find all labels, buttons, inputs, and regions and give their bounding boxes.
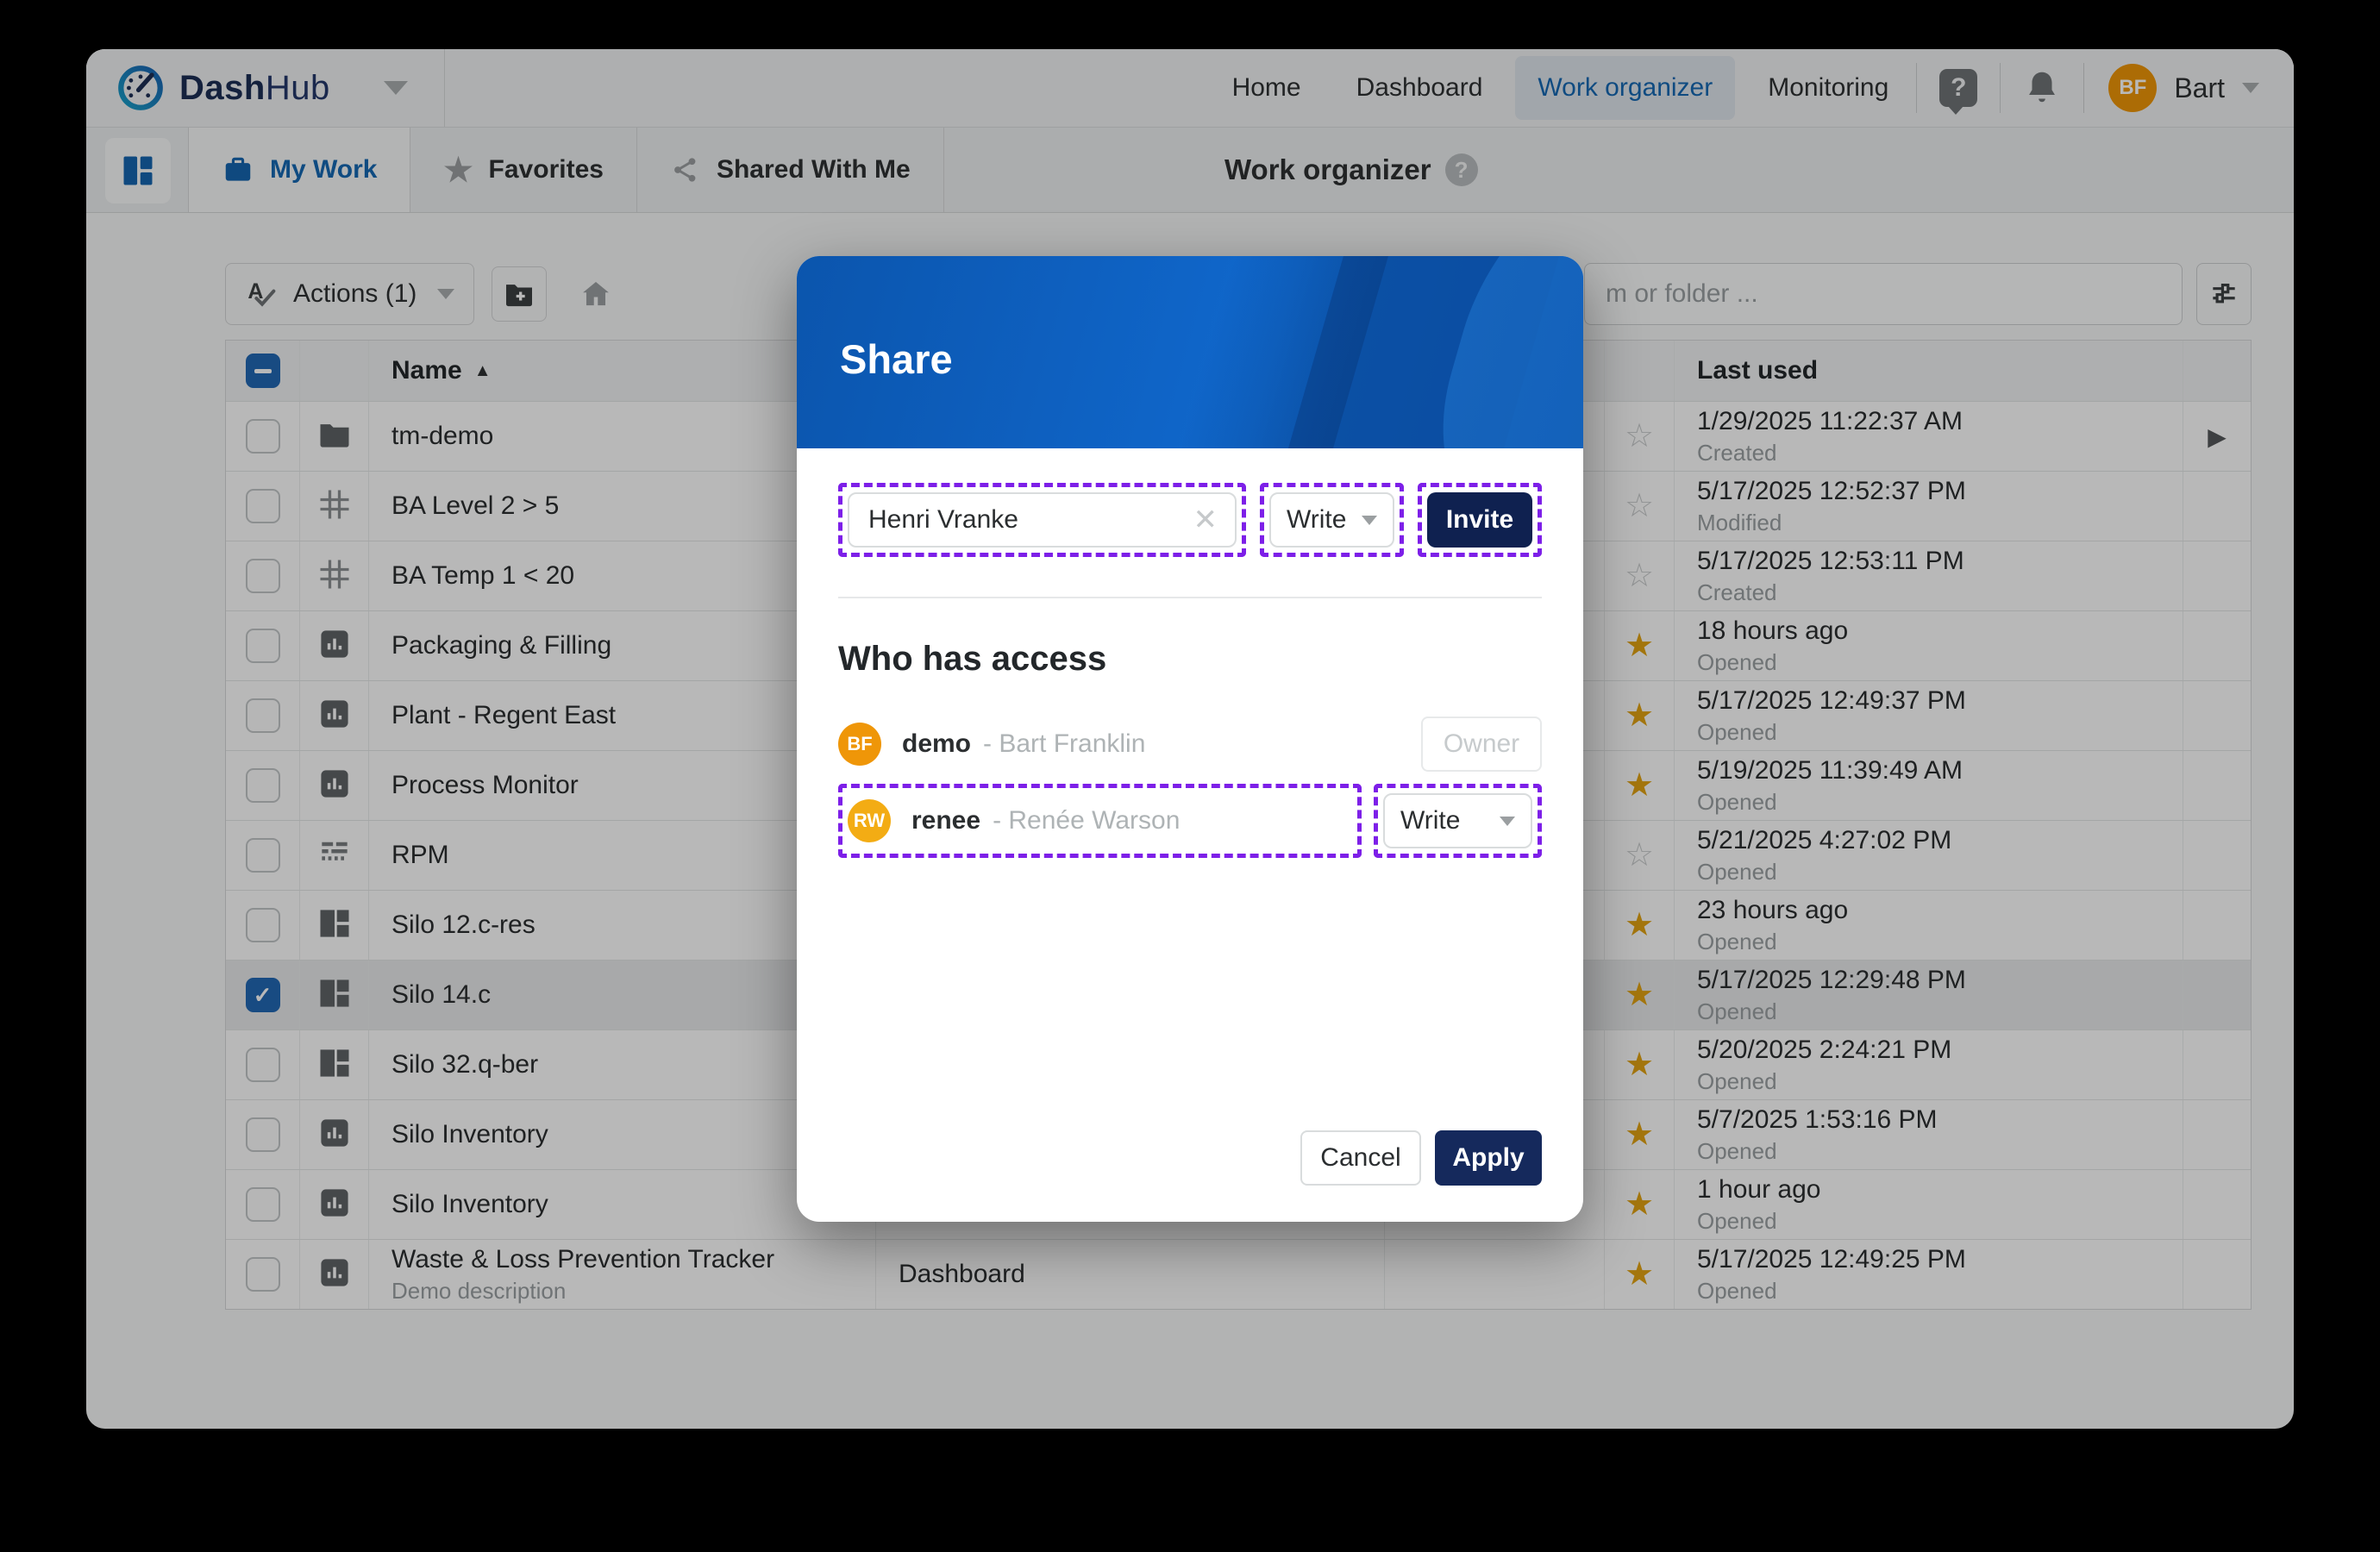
access-row-demo: BF demo - Bart Franklin Owner (838, 717, 1542, 772)
permission-value: Write (1287, 505, 1346, 535)
modal-title: Share (840, 335, 953, 383)
app-window: DashHub Home Dashboard Work organizer Mo… (86, 49, 2294, 1429)
apply-button[interactable]: Apply (1435, 1130, 1542, 1186)
invite-row: ✕ Write Invite (838, 483, 1542, 557)
annotation-permission-select: Write (1260, 483, 1404, 557)
access-username: renee (911, 806, 980, 835)
select-chevron-down-icon (1500, 817, 1515, 826)
divider (838, 597, 1542, 598)
who-has-access-heading: Who has access (838, 640, 1542, 679)
clear-input-icon[interactable]: ✕ (1193, 503, 1218, 537)
avatar: RW (848, 799, 891, 842)
share-modal: Share ✕ Write Invite (797, 256, 1583, 1222)
invite-button[interactable]: Invite (1427, 492, 1532, 548)
access-username: demo (902, 729, 971, 759)
access-fullname: - Renée Warson (993, 806, 1180, 835)
avatar: BF (838, 723, 881, 766)
modal-footer: Cancel Apply (838, 1130, 1542, 1222)
owner-permission-button: Owner (1421, 717, 1542, 772)
invite-user-input[interactable] (848, 492, 1237, 548)
annotation-access-permission: Write (1374, 784, 1542, 858)
share-modal-header: Share (797, 256, 1583, 448)
cancel-button[interactable]: Cancel (1300, 1130, 1421, 1186)
select-chevron-down-icon (1362, 516, 1377, 525)
access-fullname: - Bart Franklin (983, 729, 1145, 759)
annotation-access-user: RW renee - Renée Warson (838, 784, 1362, 858)
access-permission-select[interactable]: Write (1383, 793, 1532, 848)
annotation-invite-input: ✕ (838, 483, 1246, 557)
access-row-renee: RW renee - Renée Warson Write (838, 784, 1542, 858)
permission-value: Write (1400, 806, 1460, 835)
annotation-invite-button: Invite (1418, 483, 1542, 557)
invite-permission-select[interactable]: Write (1269, 492, 1394, 548)
